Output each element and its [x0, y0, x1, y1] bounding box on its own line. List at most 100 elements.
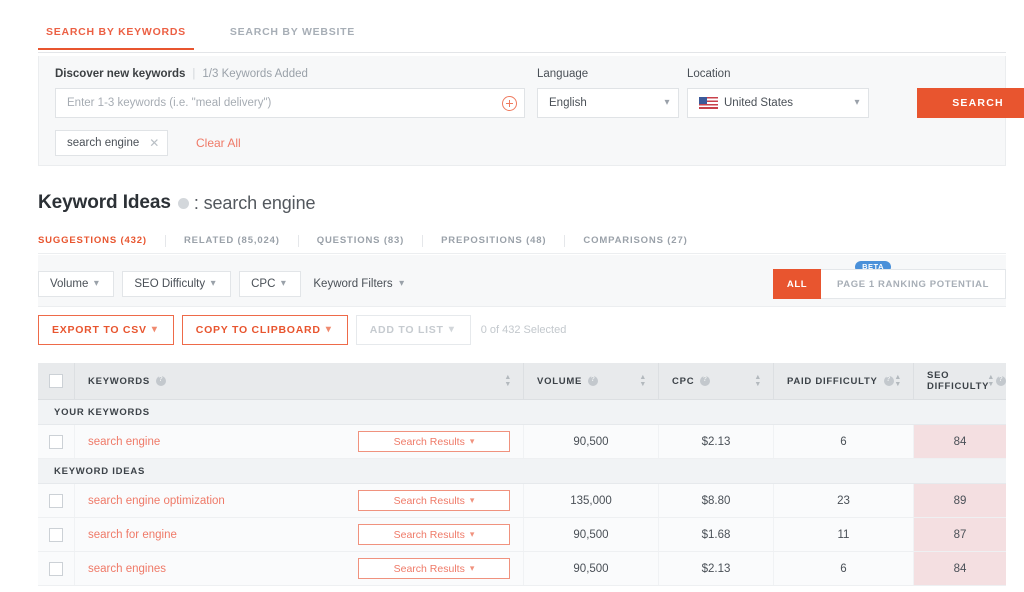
keyword-chip-label: search engine: [67, 137, 140, 149]
filter-cpc[interactable]: CPC ▾: [239, 271, 302, 297]
copy-to-clipboard-button[interactable]: COPY TO CLIPBOARD ▾: [181, 315, 348, 345]
row-checkbox[interactable]: [49, 434, 63, 449]
table-row[interactable]: search engines Search Results ▾ 90,500 $…: [38, 552, 1006, 586]
close-icon[interactable]: ✕: [149, 137, 159, 149]
cell-volume: 135,000: [524, 484, 659, 517]
language-select[interactable]: English ▾: [537, 88, 679, 118]
filter-keyword-filters[interactable]: Keyword Filters ▾: [313, 278, 410, 290]
keyword-chip[interactable]: search engine ✕: [55, 130, 169, 156]
tab-questions[interactable]: QUESTIONS (83): [299, 234, 424, 247]
sort-keywords[interactable]: ▲ ▼: [504, 374, 512, 388]
tab-search-by-keywords[interactable]: SEARCH BY KEYWORDS: [38, 20, 194, 50]
location-label: Location: [687, 68, 731, 80]
table-header-row: KEYWORDS ▲▼ VOLUME ▲▼ CPC ▲▼: [38, 363, 1006, 400]
page-title-text: Keyword Ideas: [38, 192, 171, 213]
info-icon[interactable]: [588, 376, 599, 386]
table-row[interactable]: search engine Search Results ▾ 90,500 $2…: [38, 425, 1006, 459]
row-checkbox[interactable]: [49, 493, 63, 508]
toggle-all[interactable]: ALL: [773, 269, 822, 299]
search-button[interactable]: SEARCH: [917, 88, 1024, 118]
select-all-checkbox[interactable]: [49, 374, 63, 388]
info-icon[interactable]: [155, 376, 166, 386]
cell-paid-difficulty: 6: [774, 552, 914, 585]
cell-volume: 90,500: [524, 425, 659, 458]
search-results-button[interactable]: Search Results ▾: [358, 524, 510, 545]
column-header-cpc[interactable]: CPC ▲▼: [659, 363, 774, 399]
row-checkbox[interactable]: [49, 527, 63, 542]
filter-volume[interactable]: Volume ▾: [38, 271, 115, 297]
chevron-down-icon: ▾: [280, 278, 286, 289]
column-header-volume[interactable]: VOLUME ▲▼: [524, 363, 659, 399]
keyword-link[interactable]: search engines: [75, 563, 166, 575]
page-title-query: : search engine: [193, 192, 316, 213]
info-icon[interactable]: [996, 376, 1006, 386]
cell-volume: 90,500: [524, 518, 659, 551]
cell-cpc: $2.13: [659, 552, 774, 585]
keyword-research-page: SEARCH BY KEYWORDS SEARCH BY WEBSITE Dis…: [0, 0, 1024, 592]
row-checkbox[interactable]: [49, 561, 63, 576]
chevron-down-icon: ▾: [854, 97, 860, 108]
search-results-button[interactable]: Search Results ▾: [358, 490, 510, 511]
keyword-link[interactable]: search for engine: [75, 529, 177, 541]
row-select-cell: [38, 484, 75, 517]
table-row[interactable]: search for engine Search Results ▾ 90,50…: [38, 518, 1006, 552]
chevron-down-icon: ▾: [664, 97, 670, 108]
tab-related[interactable]: RELATED (85,024): [166, 234, 299, 247]
chevron-down-icon: ▾: [399, 278, 405, 289]
chevron-down-icon: ▾: [469, 495, 475, 505]
chevron-down-icon: ▾: [151, 324, 158, 335]
location-select[interactable]: United States ▾: [687, 88, 869, 118]
info-icon[interactable]: [700, 376, 711, 386]
language-select-value: English: [549, 97, 587, 109]
cell-paid-difficulty: 11: [774, 518, 914, 551]
info-icon[interactable]: [177, 197, 189, 209]
cell-seo-difficulty: 87: [914, 518, 1006, 551]
column-header-keywords[interactable]: KEYWORDS ▲▼: [75, 363, 524, 399]
column-header-paid-difficulty-label: PAID DIFFICULTY: [787, 375, 878, 387]
chevron-down-icon: ▾: [469, 436, 475, 446]
filter-seo-difficulty[interactable]: SEO Difficulty ▾: [122, 271, 232, 297]
sort-volume[interactable]: ▲ ▼: [639, 374, 647, 388]
cell-cpc: $8.80: [659, 484, 774, 517]
sort-seo-difficulty[interactable]: ▲ ▼: [987, 374, 995, 388]
search-results-label: Search Results: [393, 528, 465, 541]
table-row[interactable]: search engine optimization Search Result…: [38, 484, 1006, 518]
view-mode-toggle: ALL PAGE 1 RANKING POTENTIAL: [773, 269, 1006, 299]
info-icon[interactable]: [883, 376, 894, 386]
cell-cpc: $1.68: [659, 518, 774, 551]
tab-suggestions[interactable]: SUGGESTIONS (432): [38, 234, 166, 247]
table-action-bar: EXPORT TO CSV ▾ COPY TO CLIPBOARD ▾ ADD …: [38, 315, 566, 345]
search-results-button[interactable]: Search Results ▾: [358, 431, 510, 452]
chevron-down-icon: ▾: [469, 529, 475, 539]
filter-cpc-label: CPC: [251, 278, 276, 290]
keyword-link[interactable]: search engine optimization: [75, 495, 225, 507]
export-to-csv-button[interactable]: EXPORT TO CSV ▾: [38, 315, 174, 345]
filter-controls: Volume ▾ SEO Difficulty ▾ CPC ▾ Keyword …: [38, 271, 411, 297]
search-results-label: Search Results: [393, 494, 465, 507]
discover-new-keywords-label: Discover new keywords: [55, 68, 186, 80]
group-header-row: YOUR KEYWORDS: [38, 400, 1006, 425]
add-keyword-icon[interactable]: [494, 95, 524, 111]
clear-all-button[interactable]: Clear All: [196, 130, 241, 156]
column-header-seo-difficulty-label: SEO DIFFICULTY: [927, 370, 990, 392]
us-flag-icon: [699, 97, 718, 109]
row-select-cell: [38, 425, 75, 458]
cell-keyword: search engine optimization Search Result…: [75, 484, 524, 517]
tab-search-by-website[interactable]: SEARCH BY WEBSITE: [222, 20, 363, 48]
keyword-results-table: KEYWORDS ▲▼ VOLUME ▲▼ CPC ▲▼: [38, 363, 1006, 586]
column-header-seo-difficulty[interactable]: SEO DIFFICULTY ▲▼: [914, 363, 1006, 399]
cell-keyword: search engines Search Results ▾: [75, 552, 524, 585]
language-label: Language: [537, 68, 589, 80]
keyword-search-input[interactable]: [56, 97, 494, 109]
cell-seo-difficulty: 84: [914, 425, 1006, 458]
keyword-link[interactable]: search engine: [75, 436, 160, 448]
sort-paid-difficulty[interactable]: ▲ ▼: [894, 374, 902, 388]
tab-prepositions[interactable]: PREPOSITIONS (48): [423, 234, 566, 247]
search-results-button[interactable]: Search Results ▾: [358, 558, 510, 579]
tab-comparisons[interactable]: COMPARISONS (27): [565, 235, 705, 247]
toggle-page-1-ranking-potential[interactable]: PAGE 1 RANKING POTENTIAL: [821, 270, 1005, 298]
sort-cpc[interactable]: ▲ ▼: [754, 374, 762, 388]
column-header-paid-difficulty[interactable]: PAID DIFFICULTY ▲▼: [774, 363, 914, 399]
results-tab-bar: SUGGESTIONS (432) RELATED (85,024) QUEST…: [38, 228, 1006, 254]
chevron-down-icon: ▾: [469, 563, 475, 573]
